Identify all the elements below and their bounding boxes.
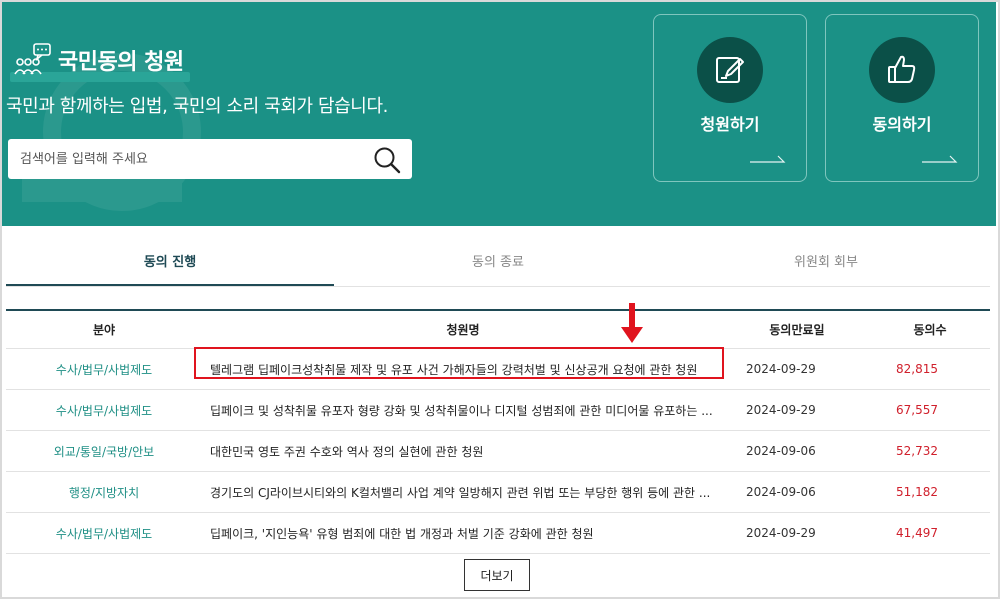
tab-in-progress[interactable]: 동의 진행 — [6, 244, 334, 286]
row-count: 82,815 — [870, 348, 990, 390]
row-title-link[interactable]: 경기도의 CJ라이브시티와의 K컬처밸리 사업 계약 일방해지 관련 위법 또는… — [210, 486, 710, 500]
row-category: 행정/지방자치 — [6, 471, 202, 513]
row-title-link[interactable]: 대한민국 영토 주권 수호와 역사 정의 실현에 관한 청원 — [210, 445, 483, 459]
column-header-category: 분야 — [6, 311, 202, 349]
column-header-title: 청원명 — [202, 311, 724, 349]
search-input[interactable] — [18, 143, 362, 175]
page-title-row: 국민동의 청원 — [12, 42, 184, 78]
table-row: 수사/법무/사법제도 딥페이크 및 성착취물 유포자 형량 강화 및 성착취물이… — [6, 389, 990, 431]
row-title-link[interactable]: 텔레그램 딥페이크성착취물 제작 및 유포 사건 가해자들의 강력처벌 및 신상… — [210, 363, 697, 377]
tab-bar: 동의 진행 동의 종료 위원회 회부 — [6, 244, 990, 287]
row-date: 2024-09-29 — [724, 512, 870, 554]
row-title-link[interactable]: 딥페이크, '지인능욕' 유형 범죄에 대한 법 개정과 처벌 기준 강화에 관… — [210, 527, 594, 541]
row-category: 외교/통일/국방/안보 — [6, 430, 202, 472]
table-row: 수사/법무/사법제도 딥페이크, '지인능욕' 유형 범죄에 대한 법 개정과 … — [6, 512, 990, 554]
column-header-count: 동의수 — [870, 311, 990, 349]
petition-table: 분야 청원명 동의만료일 동의수 수사/법무/사법제도 텔레그램 딥페이크성착취… — [6, 309, 990, 554]
table-row: 외교/통일/국방/안보 대한민국 영토 주권 수호와 역사 정의 실현에 관한 … — [6, 430, 990, 472]
hero-banner: 국민동의 청원 국민과 함께하는 입법, 국민의 소리 국회가 담습니다. 청원… — [2, 2, 996, 226]
row-count: 67,557 — [870, 389, 990, 431]
table-row: 행정/지방자치 경기도의 CJ라이브시티와의 K컬처밸리 사업 계약 일방해지 … — [6, 471, 990, 513]
search-box — [8, 139, 412, 179]
search-icon[interactable] — [372, 145, 402, 175]
page-subtitle: 국민과 함께하는 입법, 국민의 소리 국회가 담습니다. — [6, 96, 388, 117]
petition-agree-label: 동의하기 — [872, 115, 932, 134]
card-icon-circle — [697, 37, 763, 103]
row-category: 수사/법무/사법제도 — [6, 512, 202, 554]
table-row: 수사/법무/사법제도 텔레그램 딥페이크성착취물 제작 및 유포 사건 가해자들… — [6, 348, 990, 390]
petition-create-label: 청원하기 — [700, 115, 760, 134]
page-title: 국민동의 청원 — [58, 50, 184, 75]
row-category: 수사/법무/사법제도 — [6, 348, 202, 390]
card-icon-circle — [869, 37, 935, 103]
pencil-note-icon — [716, 57, 744, 83]
column-header-expiry-date: 동의만료일 — [724, 311, 870, 349]
table-header-row: 분야 청원명 동의만료일 동의수 — [6, 311, 990, 349]
tab-ended[interactable]: 동의 종료 — [334, 244, 662, 286]
petition-create-button[interactable]: 청원하기 — [653, 14, 807, 182]
tab-committee-referral[interactable]: 위원회 회부 — [662, 244, 990, 286]
row-date: 2024-09-06 — [724, 430, 870, 472]
row-count: 41,497 — [870, 512, 990, 554]
thumbs-up-icon — [888, 55, 916, 83]
row-count: 51,182 — [870, 471, 990, 513]
petition-agree-button[interactable]: 동의하기 — [825, 14, 979, 182]
row-date: 2024-09-29 — [724, 389, 870, 431]
row-title-link[interactable]: 딥페이크 및 성착취물 유포자 형량 강화 및 성착취물이나 디지털 성범죄에 … — [210, 404, 713, 418]
row-date: 2024-09-06 — [724, 471, 870, 513]
row-date: 2024-09-29 — [724, 348, 870, 390]
row-count: 52,732 — [870, 430, 990, 472]
row-category: 수사/법무/사법제도 — [6, 389, 202, 431]
people-speech-icon — [14, 43, 51, 75]
arrow-down-annotation-icon — [621, 303, 643, 343]
more-button[interactable]: 더보기 — [464, 559, 530, 591]
arrow-right-icon — [922, 155, 958, 163]
arrow-right-icon — [750, 155, 786, 163]
